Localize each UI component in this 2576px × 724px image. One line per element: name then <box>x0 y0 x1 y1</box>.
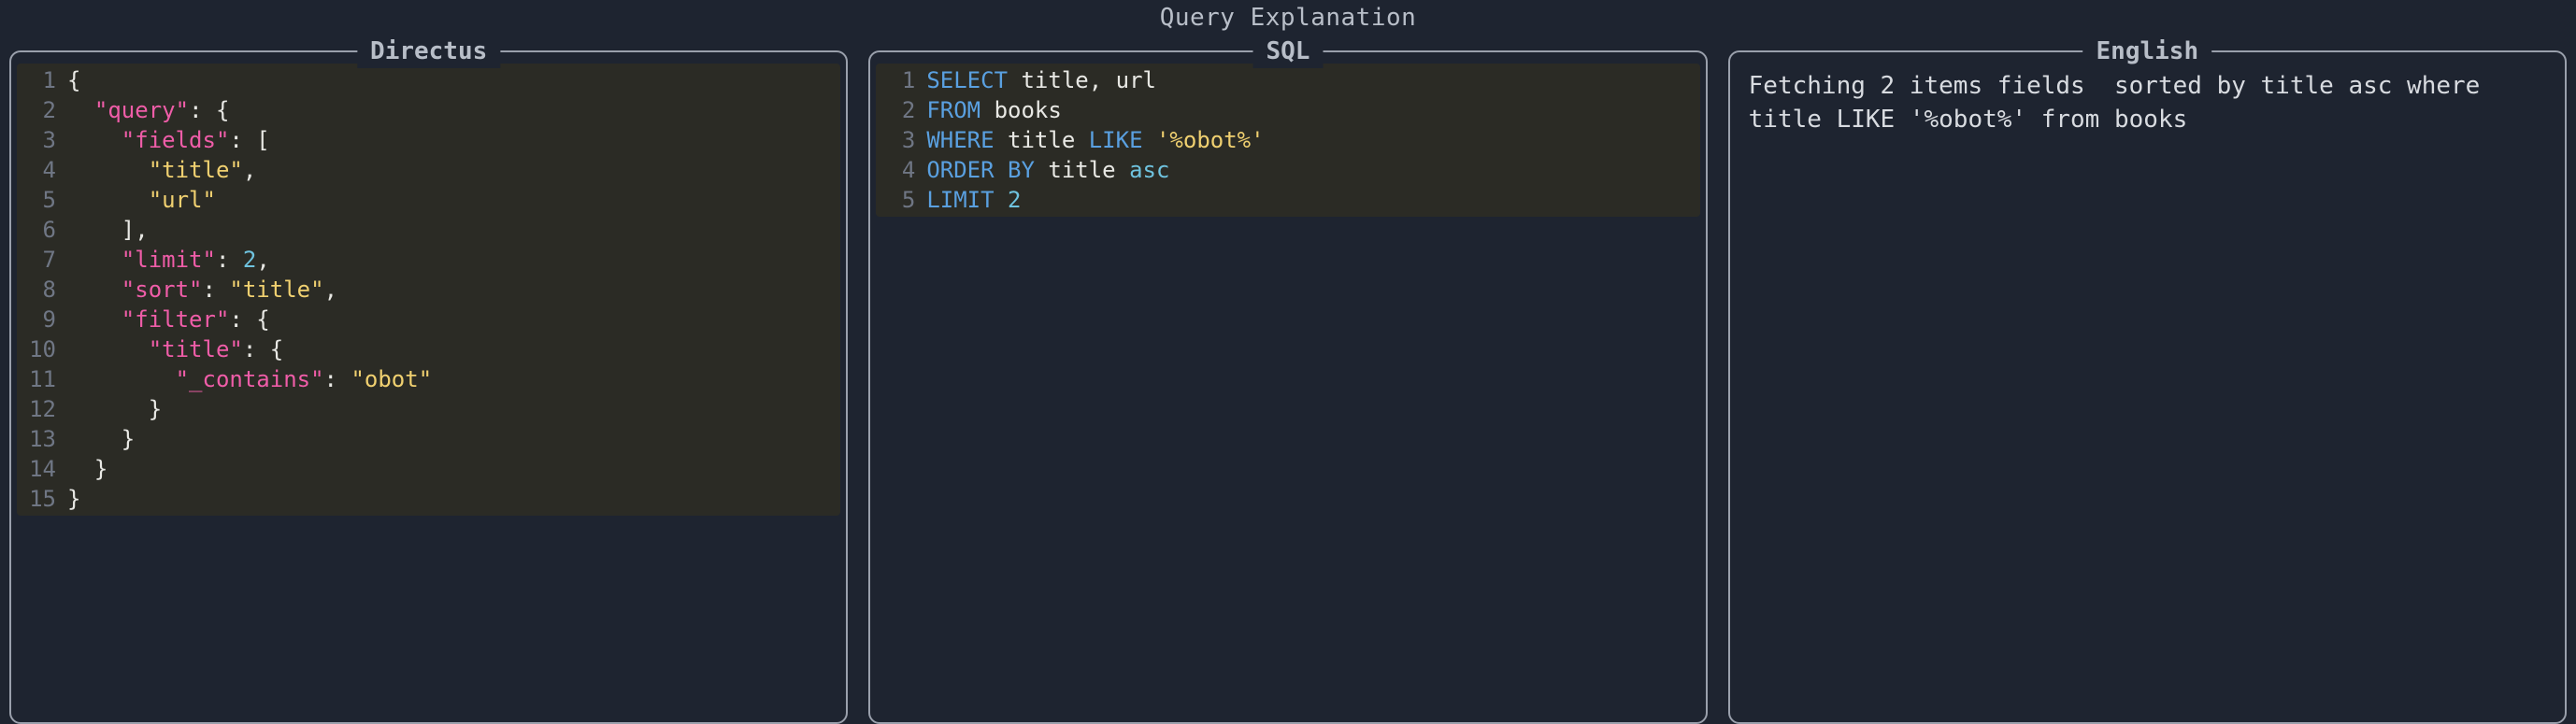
panels-row: Directus 1{2 "query": {3 "fields": [4 "t… <box>9 50 2567 724</box>
code-line: 7 "limit": 2, <box>17 245 831 275</box>
line-number: 14 <box>17 454 67 484</box>
line-content: "title", <box>67 155 256 185</box>
line-number: 5 <box>17 185 67 215</box>
line-number: 7 <box>17 245 67 275</box>
line-content: } <box>67 424 135 454</box>
code-line: 5 "url" <box>17 185 831 215</box>
line-number: 2 <box>17 95 67 125</box>
line-content: "filter": { <box>67 305 270 334</box>
line-number: 1 <box>876 65 926 95</box>
code-line: 12 } <box>17 394 831 424</box>
code-line: 1{ <box>17 65 831 95</box>
code-line: 15} <box>17 484 831 514</box>
line-number: 4 <box>876 155 926 185</box>
line-content: "sort": "title", <box>67 275 337 305</box>
line-content: "title": { <box>67 334 283 364</box>
directus-code-block[interactable]: 1{2 "query": {3 "fields": [4 "title",5 "… <box>17 64 840 516</box>
code-line: 2 "query": { <box>17 95 831 125</box>
line-number: 12 <box>17 394 67 424</box>
line-content: "fields": [ <box>67 125 270 155</box>
line-number: 3 <box>17 125 67 155</box>
line-number: 8 <box>17 275 67 305</box>
line-number: 10 <box>17 334 67 364</box>
directus-panel: Directus 1{2 "query": {3 "fields": [4 "t… <box>9 50 848 724</box>
line-number: 6 <box>17 215 67 245</box>
line-content: ], <box>67 215 149 245</box>
code-line: 14 } <box>17 454 831 484</box>
english-explanation-text: Fetching 2 items fields sorted by title … <box>1736 64 2559 137</box>
line-content: ORDER BY title asc <box>926 155 1169 185</box>
code-line: 3 "fields": [ <box>17 125 831 155</box>
code-line: 9 "filter": { <box>17 305 831 334</box>
code-line: 13 } <box>17 424 831 454</box>
code-line: 11 "_contains": "obot" <box>17 364 831 394</box>
code-line: 1SELECT title, url <box>876 65 1690 95</box>
line-content: SELECT title, url <box>926 65 1156 95</box>
line-number: 2 <box>876 95 926 125</box>
code-line: 8 "sort": "title", <box>17 275 831 305</box>
line-content: } <box>67 454 107 484</box>
sql-panel: SQL 1SELECT title, url2FROM books3WHERE … <box>868 50 1707 724</box>
line-number: 1 <box>17 65 67 95</box>
code-line: 2FROM books <box>876 95 1690 125</box>
line-number: 13 <box>17 424 67 454</box>
line-number: 3 <box>876 125 926 155</box>
line-number: 9 <box>17 305 67 334</box>
line-number: 11 <box>17 364 67 394</box>
directus-panel-label: Directus <box>357 35 500 68</box>
code-line: 6 ], <box>17 215 831 245</box>
line-content: "query": { <box>67 95 229 125</box>
code-line: 5LIMIT 2 <box>876 185 1690 215</box>
line-content: { <box>67 65 80 95</box>
line-number: 5 <box>876 185 926 215</box>
code-line: 10 "title": { <box>17 334 831 364</box>
code-line: 4ORDER BY title asc <box>876 155 1690 185</box>
line-content: FROM books <box>926 95 1062 125</box>
english-panel: English Fetching 2 items fields sorted b… <box>1728 50 2567 724</box>
sql-code-block[interactable]: 1SELECT title, url2FROM books3WHERE titl… <box>876 64 1699 217</box>
english-panel-label: English <box>2083 35 2212 68</box>
line-content: "url" <box>67 185 216 215</box>
page-title: Query Explanation <box>0 2 2576 35</box>
line-content: WHERE title LIKE '%obot%' <box>926 125 1264 155</box>
line-content: } <box>67 394 162 424</box>
code-line: 3WHERE title LIKE '%obot%' <box>876 125 1690 155</box>
line-number: 15 <box>17 484 67 514</box>
line-content: } <box>67 484 80 514</box>
line-number: 4 <box>17 155 67 185</box>
code-line: 4 "title", <box>17 155 831 185</box>
line-content: LIMIT 2 <box>926 185 1021 215</box>
sql-panel-label: SQL <box>1253 35 1324 68</box>
line-content: "_contains": "obot" <box>67 364 432 394</box>
line-content: "limit": 2, <box>67 245 270 275</box>
